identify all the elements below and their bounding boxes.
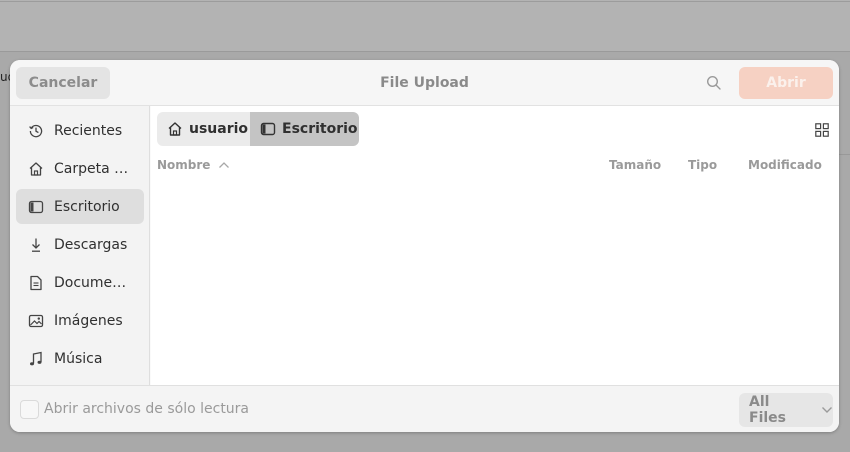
grid-view-button[interactable]	[815, 122, 829, 137]
readonly-checkbox[interactable]	[20, 400, 39, 419]
background-divider	[838, 154, 850, 155]
readonly-checkbox-label: Abrir archivos de sólo lectura	[44, 401, 250, 417]
sidebar-item-label: Escritorio	[54, 198, 120, 215]
dialog-header: Cancelar File Upload Abrir	[10, 60, 839, 106]
image-icon	[28, 313, 44, 329]
home-icon	[28, 161, 44, 177]
breadcrumb-home-label: usuario	[189, 121, 249, 137]
document-icon	[28, 275, 44, 291]
breadcrumb-home[interactable]: usuario	[157, 112, 250, 146]
cancel-button[interactable]: Cancelar	[16, 67, 110, 99]
sort-ascending-icon	[218, 161, 230, 169]
download-icon	[28, 237, 44, 253]
dialog-footer: Abrir archivos de sólo lectura All Files	[10, 385, 839, 432]
desktop-icon	[28, 199, 44, 215]
sidebar-item-label: Música	[54, 350, 103, 367]
search-icon	[706, 75, 721, 90]
sidebar-item-music[interactable]: Música	[16, 341, 144, 376]
column-header-name[interactable]: Nombre	[157, 158, 230, 172]
background-divider	[0, 1, 850, 2]
search-button[interactable]	[702, 71, 726, 95]
column-header-label: Nombre	[157, 158, 211, 172]
sidebar-item-pictures[interactable]: Imágenes	[16, 303, 144, 338]
sidebar-item-documents[interactable]: Docume…	[16, 265, 144, 300]
sidebar-item-label: Docume…	[54, 274, 127, 291]
grid-view-icon	[815, 123, 829, 137]
open-button[interactable]: Abrir	[739, 67, 833, 99]
sidebar-item-label: Recientes	[54, 122, 123, 139]
column-header-modified[interactable]: Modificado	[748, 158, 822, 172]
sidebar-item-downloads[interactable]: Descargas	[16, 227, 144, 262]
file-upload-dialog: Cancelar File Upload Abrir Recientes Car…	[10, 60, 839, 432]
breadcrumb-current[interactable]: Escritorio	[250, 112, 359, 146]
chevron-down-icon	[821, 406, 833, 414]
file-list-area: usuario Escritorio Nombre Tamaño Tipo Mo…	[151, 106, 839, 385]
music-icon	[28, 351, 44, 367]
clock-icon	[28, 123, 44, 139]
breadcrumb-current-label: Escritorio	[282, 121, 358, 137]
column-header-size[interactable]: Tamaño	[609, 158, 661, 172]
sidebar-item-label: Imágenes	[54, 312, 123, 329]
sidebar-item-recent[interactable]: Recientes	[16, 113, 144, 148]
desktop-icon	[260, 121, 276, 137]
sidebar-item-home[interactable]: Carpeta …	[16, 151, 144, 186]
sidebar-item-desktop[interactable]: Escritorio	[16, 189, 144, 224]
places-sidebar: Recientes Carpeta … Escritorio Descargas…	[10, 106, 150, 385]
file-filter-label: All Files	[749, 394, 786, 426]
sidebar-item-label: Carpeta …	[54, 160, 129, 177]
background-window-header	[0, 0, 850, 52]
home-icon	[167, 121, 183, 137]
file-filter-dropdown[interactable]: All Files	[739, 393, 833, 427]
sidebar-item-label: Descargas	[54, 236, 128, 253]
column-header-type[interactable]: Tipo	[688, 158, 717, 172]
background-text-fragment: ud	[0, 70, 10, 84]
